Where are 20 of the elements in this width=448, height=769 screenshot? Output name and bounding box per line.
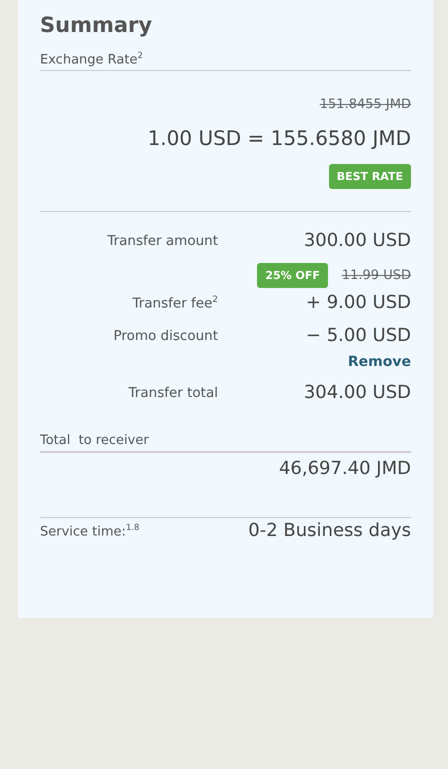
line-value: + 9.00 USD bbox=[304, 292, 411, 314]
remove-link[interactable]: Remove bbox=[348, 354, 411, 370]
service-time-value: 0-2 Business days bbox=[248, 520, 411, 542]
service-time-label: Service time:$^{1.8}$ bbox=[40, 522, 140, 540]
line-value: 300.00 USD bbox=[302, 230, 411, 252]
section-heading: Exchange Rate$^{2}$ bbox=[40, 50, 411, 72]
best-rate-badge: BEST RATE bbox=[328, 164, 411, 190]
line-label: Transfer total bbox=[128, 384, 218, 401]
old-rate: 151.8455 JMD bbox=[320, 97, 411, 112]
line-label: Transfer fee$^{2}$ bbox=[131, 294, 218, 312]
section-heading: Total to receiver bbox=[40, 433, 411, 454]
discount-badge: 25% OFF bbox=[257, 263, 328, 288]
line-value: − 5.00 USD bbox=[304, 325, 411, 346]
exchange-rate: 1.00 USD = 155.6580 JMD bbox=[148, 126, 411, 150]
receiver-amount: 46,697.40 JMD bbox=[278, 458, 411, 480]
line-value: 304.00 USD bbox=[302, 382, 411, 404]
line-label: Promo discount bbox=[112, 328, 218, 344]
line-label: Transfer amount bbox=[106, 232, 218, 249]
old-fee: 11.99 USD bbox=[342, 268, 411, 284]
summary-title: Summary bbox=[40, 12, 154, 39]
